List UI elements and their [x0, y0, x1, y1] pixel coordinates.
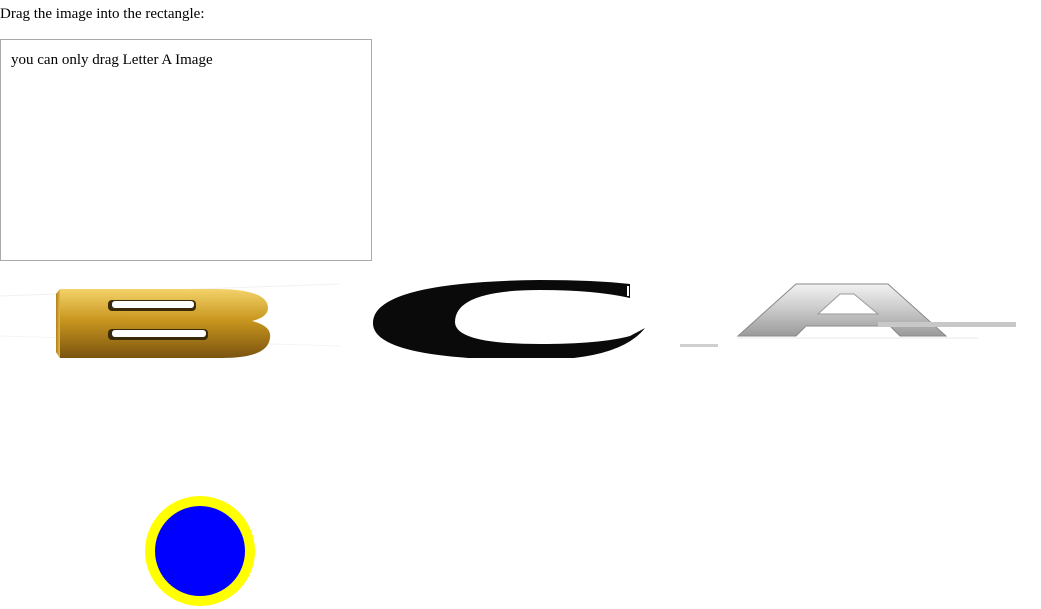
letter-b-icon [0, 283, 340, 358]
instruction-text: Drag the image into the rectangle: [0, 6, 205, 22]
blue-circle-icon [145, 496, 255, 606]
letter-a-image[interactable] [678, 276, 1023, 358]
letter-c-image[interactable] [345, 276, 675, 358]
drop-target-rectangle[interactable]: you can only drag Letter A Image [0, 39, 372, 261]
letter-b-image[interactable] [0, 276, 340, 358]
letter-a-icon [680, 283, 1016, 347]
letter-c-icon [372, 280, 645, 358]
circle-canvas [144, 495, 256, 607]
drop-zone-hint: you can only drag Letter A Image [11, 52, 213, 68]
